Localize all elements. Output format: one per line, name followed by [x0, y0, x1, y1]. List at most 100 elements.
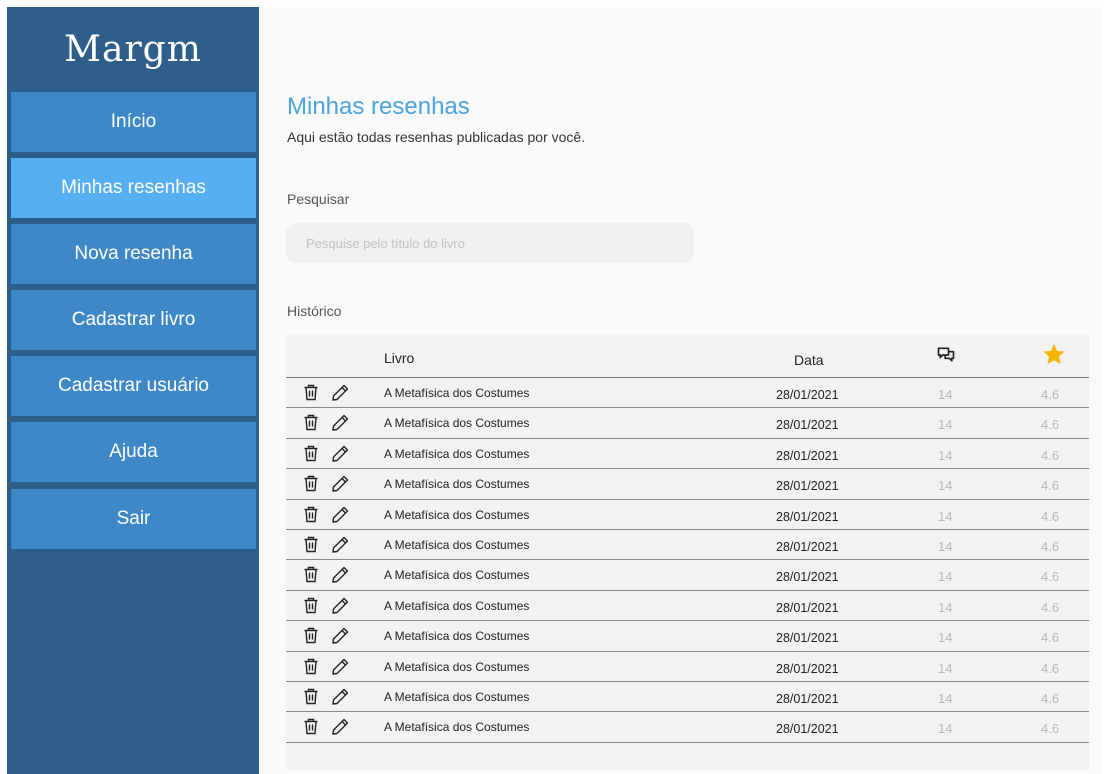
app-logo: Margm — [64, 29, 202, 70]
trash-icon[interactable] — [303, 658, 319, 675]
table-body: A Metafísica dos Costumes 28/01/2021 14 … — [286, 378, 1089, 743]
search-label: Pesquisar — [287, 191, 350, 207]
cell-data: 28/01/2021 — [776, 661, 839, 676]
pencil-icon[interactable] — [332, 627, 349, 644]
sidebar-item-ajuda[interactable]: Ajuda — [11, 422, 256, 482]
trash-icon[interactable] — [303, 384, 319, 401]
pencil-icon[interactable] — [332, 475, 349, 492]
trash-icon[interactable] — [303, 597, 319, 614]
sidebar-item-inicio[interactable]: Início — [11, 92, 256, 152]
cell-comments: 14 — [938, 690, 953, 706]
pencil-icon[interactable] — [332, 414, 349, 432]
pencil-icon[interactable] — [332, 384, 349, 401]
pencil-icon[interactable] — [332, 718, 349, 735]
cell-rating: 4.6 — [1041, 387, 1060, 402]
sidebar-item-cadastrar-livro[interactable]: Cadastrar livro — [11, 290, 256, 350]
cell-livro: A Metafísica dos Costumes — [384, 416, 530, 431]
cell-comments: 14 — [938, 599, 953, 615]
trash-icon[interactable] — [303, 566, 319, 583]
trash-icon[interactable] — [303, 688, 319, 705]
pencil-icon[interactable] — [332, 566, 349, 584]
trash-icon[interactable] — [303, 627, 319, 644]
trash-icon[interactable] — [303, 506, 319, 523]
cell-data: 28/01/2021 — [776, 418, 839, 433]
table-row: A Metafísica dos Costumes 28/01/2021 14 … — [286, 560, 1089, 591]
page-title: Minhas resenhas — [287, 93, 470, 120]
table-row: A Metafísica dos Costumes 28/01/2021 14 … — [286, 652, 1089, 682]
trash-icon[interactable] — [303, 475, 319, 492]
history-label: Histórico — [287, 303, 342, 319]
cell-data: 28/01/2021 — [776, 539, 839, 554]
main-content: Minhas resenhas Aqui estão todas resenha… — [259, 7, 1102, 774]
trash-icon[interactable] — [303, 718, 319, 735]
cell-comments: 14 — [938, 508, 953, 524]
table-row: A Metafísica dos Costumes 28/01/2021 14 … — [286, 530, 1089, 561]
search-input[interactable] — [286, 223, 694, 263]
table-row: A Metafísica dos Costumes 28/01/2021 14 … — [286, 591, 1089, 622]
table-row: A Metafísica dos Costumes 28/01/2021 14 … — [286, 712, 1089, 743]
cell-comments: 14 — [938, 721, 953, 737]
pencil-icon[interactable] — [332, 688, 349, 705]
pencil-icon[interactable] — [332, 536, 349, 553]
history-table: Livro Data A Metafísica dos Costumes 28/… — [286, 334, 1089, 770]
sidebar-item-minhas-resenhas[interactable]: Minhas resenhas — [11, 158, 256, 218]
cell-livro: A Metafísica dos Costumes — [384, 720, 530, 735]
sidebar-item-sair[interactable]: Sair — [11, 489, 256, 549]
cell-comments: 14 — [938, 630, 953, 646]
cell-data: 28/01/2021 — [776, 600, 839, 615]
sidebar-item-nova-resenha[interactable]: Nova resenha — [11, 224, 256, 284]
table-row: A Metafísica dos Costumes 28/01/2021 14 … — [286, 621, 1089, 652]
cell-rating: 4.6 — [1041, 508, 1060, 524]
cell-rating: 4.6 — [1041, 417, 1060, 433]
cell-livro: A Metafísica dos Costumes — [384, 629, 530, 644]
comments-icon — [937, 347, 955, 362]
cell-livro: A Metafísica dos Costumes — [384, 537, 530, 552]
cell-livro: A Metafísica dos Costumes — [384, 659, 530, 674]
cell-comments: 14 — [938, 660, 953, 676]
table-row: A Metafísica dos Costumes 28/01/2021 14 … — [286, 378, 1089, 409]
table-row: A Metafísica dos Costumes 28/01/2021 14 … — [286, 469, 1089, 500]
cell-data: 28/01/2021 — [776, 509, 839, 524]
table-row: A Metafísica dos Costumes 28/01/2021 14 … — [286, 682, 1089, 713]
cell-rating: 4.6 — [1041, 478, 1060, 494]
cell-livro: A Metafísica dos Costumes — [384, 386, 530, 400]
cell-livro: A Metafísica dos Costumes — [384, 568, 530, 583]
trash-icon[interactable] — [303, 445, 319, 462]
cell-livro: A Metafísica dos Costumes — [384, 689, 530, 704]
cell-data: 28/01/2021 — [776, 631, 839, 646]
cell-rating: 4.6 — [1041, 721, 1060, 737]
cell-comments: 14 — [938, 538, 953, 554]
cell-livro: A Metafísica dos Costumes — [384, 507, 530, 522]
cell-rating: 4.6 — [1041, 538, 1060, 554]
cell-comments: 14 — [938, 447, 953, 463]
cell-livro: A Metafísica dos Costumes — [384, 477, 530, 492]
cell-rating: 4.6 — [1041, 690, 1060, 706]
trash-icon[interactable] — [303, 414, 319, 431]
cell-comments: 14 — [938, 569, 953, 585]
pencil-icon[interactable] — [332, 597, 349, 614]
cell-data: 28/01/2021 — [776, 448, 839, 463]
cell-data: 28/01/2021 — [776, 479, 839, 494]
cell-rating: 4.6 — [1041, 599, 1060, 615]
cell-livro: A Metafísica dos Costumes — [384, 598, 530, 613]
table-row: A Metafísica dos Costumes 28/01/2021 14 … — [286, 439, 1089, 470]
pencil-icon[interactable] — [332, 658, 349, 675]
table-row: A Metafísica dos Costumes 28/01/2021 14 … — [286, 500, 1089, 530]
table-header: Livro Data — [286, 334, 1089, 378]
column-header-data: Data — [794, 352, 824, 368]
page-subtitle: Aqui estão todas resenhas publicadas por… — [287, 129, 586, 145]
cell-rating: 4.6 — [1041, 630, 1060, 646]
column-header-livro: Livro — [384, 350, 415, 366]
cell-rating: 4.6 — [1041, 569, 1060, 585]
cell-data: 28/01/2021 — [776, 570, 839, 585]
sidebar-item-cadastrar-usuario[interactable]: Cadastrar usuário — [11, 356, 256, 416]
cell-comments: 14 — [938, 387, 953, 402]
cell-data: 28/01/2021 — [776, 388, 839, 402]
cell-data: 28/01/2021 — [776, 722, 839, 737]
pencil-icon[interactable] — [332, 445, 349, 462]
cell-livro: A Metafísica dos Costumes — [384, 446, 530, 461]
trash-icon[interactable] — [303, 536, 319, 553]
star-icon — [1043, 344, 1065, 364]
pencil-icon[interactable] — [332, 506, 349, 523]
cell-comments: 14 — [938, 478, 953, 494]
